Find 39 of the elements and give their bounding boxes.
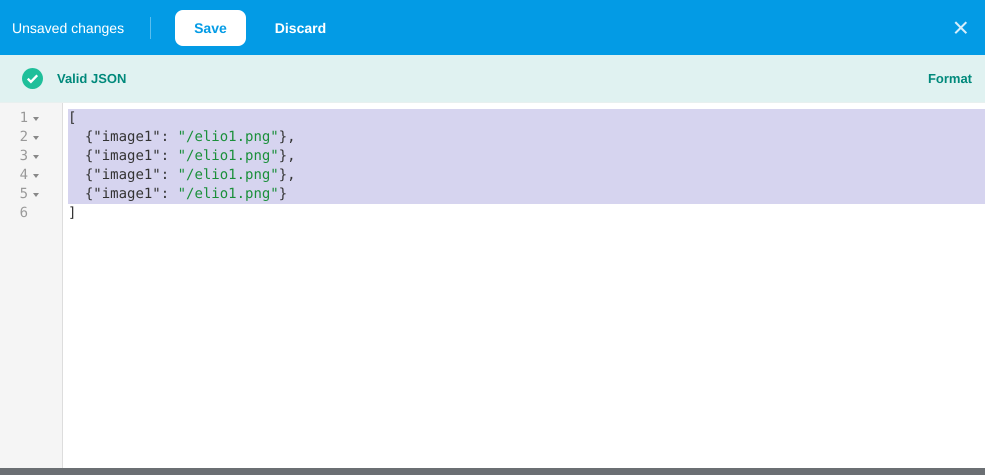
- json-punctuation: },: [278, 148, 296, 164]
- json-key: "image1": [93, 129, 161, 145]
- save-button[interactable]: Save: [175, 10, 246, 46]
- fold-caret-icon[interactable]: [33, 117, 39, 121]
- json-punctuation: [: [68, 110, 76, 126]
- json-punctuation: {: [84, 148, 94, 164]
- format-link[interactable]: Format: [928, 71, 972, 86]
- json-key: "image1": [93, 186, 161, 202]
- json-key: "image1": [93, 167, 161, 183]
- json-string: "/elio1.png": [178, 167, 279, 183]
- json-punctuation: {: [84, 129, 94, 145]
- json-punctuation: :: [160, 167, 170, 183]
- json-punctuation: :: [160, 129, 170, 145]
- json-punctuation: ]: [68, 205, 76, 221]
- json-string: "/elio1.png": [178, 129, 279, 145]
- line-number: 3: [18, 147, 28, 166]
- line-number: 4: [18, 166, 28, 185]
- json-punctuation: {: [84, 186, 94, 202]
- json-punctuation: }: [278, 186, 288, 202]
- json-punctuation: :: [160, 186, 170, 202]
- json-punctuation: {: [84, 167, 94, 183]
- fold-caret-icon[interactable]: [33, 174, 39, 178]
- header-title: Unsaved changes: [12, 16, 152, 38]
- line-number: 5: [18, 185, 28, 204]
- json-punctuation: },: [278, 129, 296, 145]
- fold-caret-icon[interactable]: [33, 155, 39, 159]
- json-string: "/elio1.png": [178, 186, 279, 202]
- json-punctuation: },: [278, 167, 296, 183]
- line-number: 6: [18, 204, 28, 223]
- fold-caret-icon[interactable]: [33, 136, 39, 140]
- discard-button[interactable]: Discard: [256, 10, 346, 46]
- json-key: "image1": [93, 148, 161, 164]
- close-button[interactable]: ×: [948, 10, 973, 46]
- json-string: "/elio1.png": [178, 148, 279, 164]
- fold-caret-icon[interactable]: [33, 193, 39, 197]
- status-message: Valid JSON: [57, 71, 126, 86]
- line-number: 1: [18, 109, 28, 128]
- line-number: 2: [18, 128, 28, 147]
- json-punctuation: :: [160, 148, 170, 164]
